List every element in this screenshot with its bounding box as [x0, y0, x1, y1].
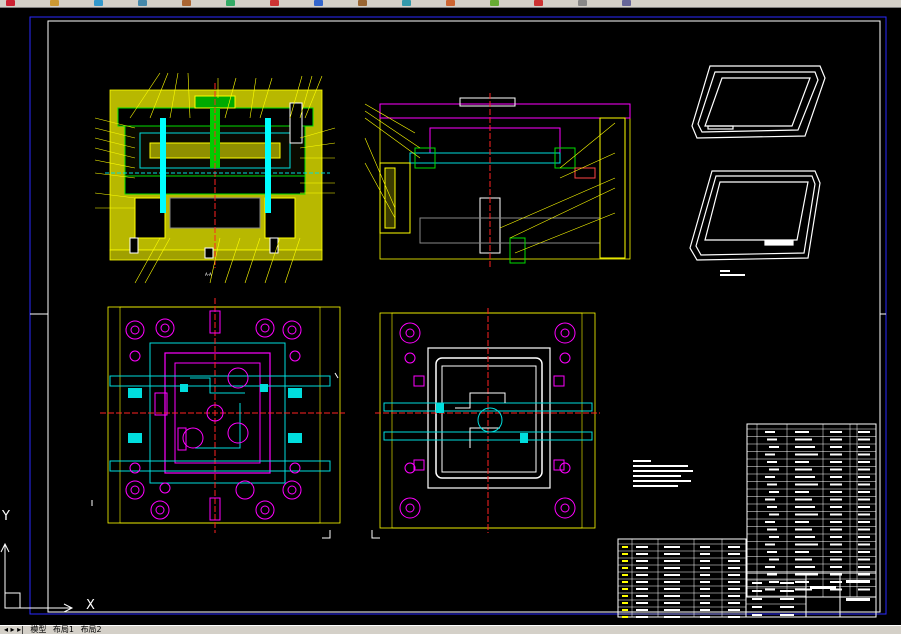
- pan-icon[interactable]: [226, 0, 235, 6]
- ucs-icon: [0, 542, 74, 613]
- design-center-icon[interactable]: [446, 0, 455, 6]
- zoom-icon[interactable]: [270, 0, 279, 6]
- match-icon[interactable]: [94, 0, 103, 6]
- undo-icon[interactable]: [138, 0, 147, 6]
- properties-icon[interactable]: [50, 0, 59, 6]
- layer-icon[interactable]: [6, 0, 15, 6]
- product-iso-bottom: [689, 170, 821, 261]
- svg-text:A-A: A-A: [205, 272, 212, 277]
- technical-notes: [633, 460, 693, 487]
- toolbar: [0, 0, 901, 8]
- product-caption: [720, 270, 745, 276]
- calc-icon[interactable]: [578, 0, 587, 6]
- zoom-window-icon[interactable]: [314, 0, 323, 6]
- plan-view-a-bolts: [125, 318, 302, 520]
- redo-icon[interactable]: [182, 0, 191, 6]
- markup-icon[interactable]: [534, 0, 543, 6]
- product-iso-top: [691, 65, 826, 139]
- properties2-icon[interactable]: [402, 0, 411, 6]
- parts-list-table: [746, 423, 877, 598]
- tool-palette-icon[interactable]: [490, 0, 499, 6]
- drawing-canvas[interactable]: A-A Y X: [0, 8, 901, 625]
- zoom-previous-icon[interactable]: [358, 0, 367, 6]
- section-view-b: [379, 93, 631, 268]
- ucs-y-label: Y: [1, 509, 10, 524]
- plan-view-b: [375, 308, 600, 533]
- help-icon[interactable]: [622, 0, 631, 6]
- ucs-x-label: X: [86, 598, 95, 613]
- drawing-svg: A-A Y X: [0, 16, 887, 618]
